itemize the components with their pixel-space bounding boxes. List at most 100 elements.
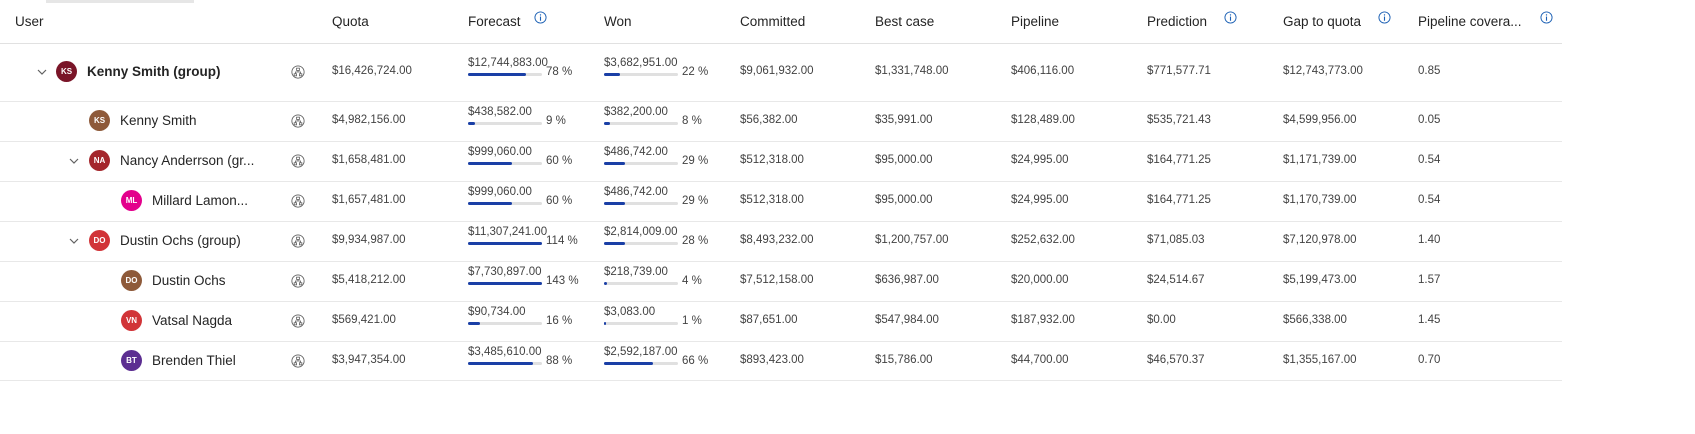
forecast-progress-fill [468,73,526,76]
column-header-user[interactable]: User [15,14,44,29]
user-name[interactable]: Millard Lamon... [152,193,248,208]
cell-gap-to-quota: $1,170,739.00 [1283,194,1357,206]
user-name[interactable]: Nancy Anderrson (gr... [120,153,254,168]
cell-best-case: $1,331,748.00 [875,65,949,77]
won-value: $2,592,187.00 [604,346,678,358]
table-row[interactable]: DO Dustin Ochs $5,418,212.00 $7,512,158.00 $… [0,261,1562,302]
table-row[interactable]: KS Kenny Smith (group) $16,426,724.00 $9,06… [0,43,1562,102]
cell-pipeline: $24,995.00 [1011,154,1069,166]
cell-won-progress: $486,742.00 29 % [604,146,724,176]
table-row[interactable]: ML Millard Lamon... $1,657,481.00 $512,318.… [0,181,1562,222]
won-percent: 29 % [682,155,709,167]
won-value: $3,083.00 [604,306,656,318]
forecast-percent: 88 % [546,355,573,367]
forecast-progress-track [468,322,542,325]
cell-pipeline: $128,489.00 [1011,114,1075,126]
info-icon[interactable] [1540,11,1553,24]
column-header-best-case[interactable]: Best case [875,14,934,29]
forecast-percent: 78 % [546,66,573,78]
forecast-value: $3,485,610.00 [468,346,542,358]
forecast-percent: 143 % [546,275,579,287]
cell-gap-to-quota: $1,355,167.00 [1283,354,1357,366]
table-row[interactable]: KS Kenny Smith $4,982,156.00 $56,382.00 $35,… [0,101,1562,142]
cell-forecast-progress: $438,582.00 9 % [468,106,588,136]
table-row[interactable]: BT Brenden Thiel $3,947,354.00 $893,423.00 $… [0,341,1562,381]
hierarchy-icon[interactable] [291,354,305,368]
user-name[interactable]: Kenny Smith (group) [87,64,221,79]
won-progress-fill [604,122,610,125]
won-progress-track [604,322,678,325]
info-icon[interactable] [1224,11,1237,24]
avatar: NA [89,150,110,171]
won-percent: 1 % [682,315,702,327]
cell-won-progress: $3,083.00 1 % [604,306,724,336]
chevron-down-icon[interactable] [68,235,80,247]
forecast-progress-fill [468,202,512,205]
cell-quota: $3,947,354.00 [332,354,406,366]
hierarchy-icon[interactable] [291,65,305,79]
won-percent: 29 % [682,195,709,207]
avatar: KS [89,110,110,131]
hierarchy-icon[interactable] [291,274,305,288]
cell-committed: $56,382.00 [740,114,798,126]
column-header-quota[interactable]: Quota [332,14,369,29]
forecast-percent: 60 % [546,195,573,207]
forecast-progress-fill [468,122,475,125]
avatar: VN [121,310,142,331]
cell-best-case: $547,984.00 [875,314,939,326]
table-row[interactable]: NA Nancy Anderrson (gr... $1,658,481.00 $51… [0,141,1562,182]
forecast-percent: 60 % [546,155,573,167]
user-name[interactable]: Dustin Ochs (group) [120,233,241,248]
cell-forecast-progress: $7,730,897.00 143 % [468,266,588,296]
cell-gap-to-quota: $566,338.00 [1283,314,1347,326]
user-name[interactable]: Kenny Smith [120,113,197,128]
cell-won-progress: $3,682,951.00 22 % [604,57,724,87]
cell-forecast-progress: $999,060.00 60 % [468,186,588,216]
hierarchy-icon[interactable] [291,154,305,168]
column-header-gap-to-quota[interactable]: Gap to quota [1283,14,1361,29]
cell-won-progress: $218,739.00 4 % [604,266,724,296]
hierarchy-icon[interactable] [291,234,305,248]
column-header-won[interactable]: Won [604,14,632,29]
cell-prediction: $164,771.25 [1147,154,1211,166]
forecast-value: $438,582.00 [468,106,532,118]
won-progress-fill [604,322,606,325]
column-header-prediction[interactable]: Prediction [1147,14,1207,29]
column-header-forecast[interactable]: Forecast [468,14,521,29]
forecast-progress-track [468,73,542,76]
cell-quota: $1,658,481.00 [332,154,406,166]
cell-quota: $16,426,724.00 [332,65,412,77]
won-progress-fill [604,362,653,365]
chevron-down-icon[interactable] [68,155,80,167]
cell-prediction: $46,570.37 [1147,354,1205,366]
won-value: $3,682,951.00 [604,57,678,69]
cell-quota: $4,982,156.00 [332,114,406,126]
column-header-pipeline-coverage[interactable]: Pipeline covera... [1418,14,1522,29]
cell-pipeline-coverage: 1.57 [1418,274,1441,286]
column-header-pipeline[interactable]: Pipeline [1011,14,1059,29]
user-name[interactable]: Brenden Thiel [152,353,236,368]
hierarchy-icon[interactable] [291,314,305,328]
user-name[interactable]: Dustin Ochs [152,273,226,288]
hierarchy-icon[interactable] [291,114,305,128]
won-percent: 28 % [682,235,709,247]
cell-committed: $8,493,232.00 [740,234,814,246]
info-icon[interactable] [534,11,547,24]
cell-pipeline-coverage: 0.70 [1418,354,1441,366]
won-progress-track [604,73,678,76]
column-header-committed[interactable]: Committed [740,14,805,29]
cell-forecast-progress: $11,307,241.00 114 % [468,226,588,256]
info-icon[interactable] [1378,11,1391,24]
avatar: DO [121,270,142,291]
forecast-progress-fill [468,362,533,365]
chevron-down-icon[interactable] [36,66,48,78]
forecast-percent: 114 % [546,235,578,247]
user-name[interactable]: Vatsal Nagda [152,313,232,328]
cell-prediction: $164,771.25 [1147,194,1211,206]
cell-pipeline: $44,700.00 [1011,354,1069,366]
hierarchy-icon[interactable] [291,194,305,208]
cell-committed: $9,061,932.00 [740,65,814,77]
table-row[interactable]: DO Dustin Ochs (group) $9,934,987.00 $8,493… [0,221,1562,262]
cell-pipeline-coverage: 1.40 [1418,234,1441,246]
table-row[interactable]: VN Vatsal Nagda $569,421.00 $87,651.00 $547,… [0,301,1562,342]
